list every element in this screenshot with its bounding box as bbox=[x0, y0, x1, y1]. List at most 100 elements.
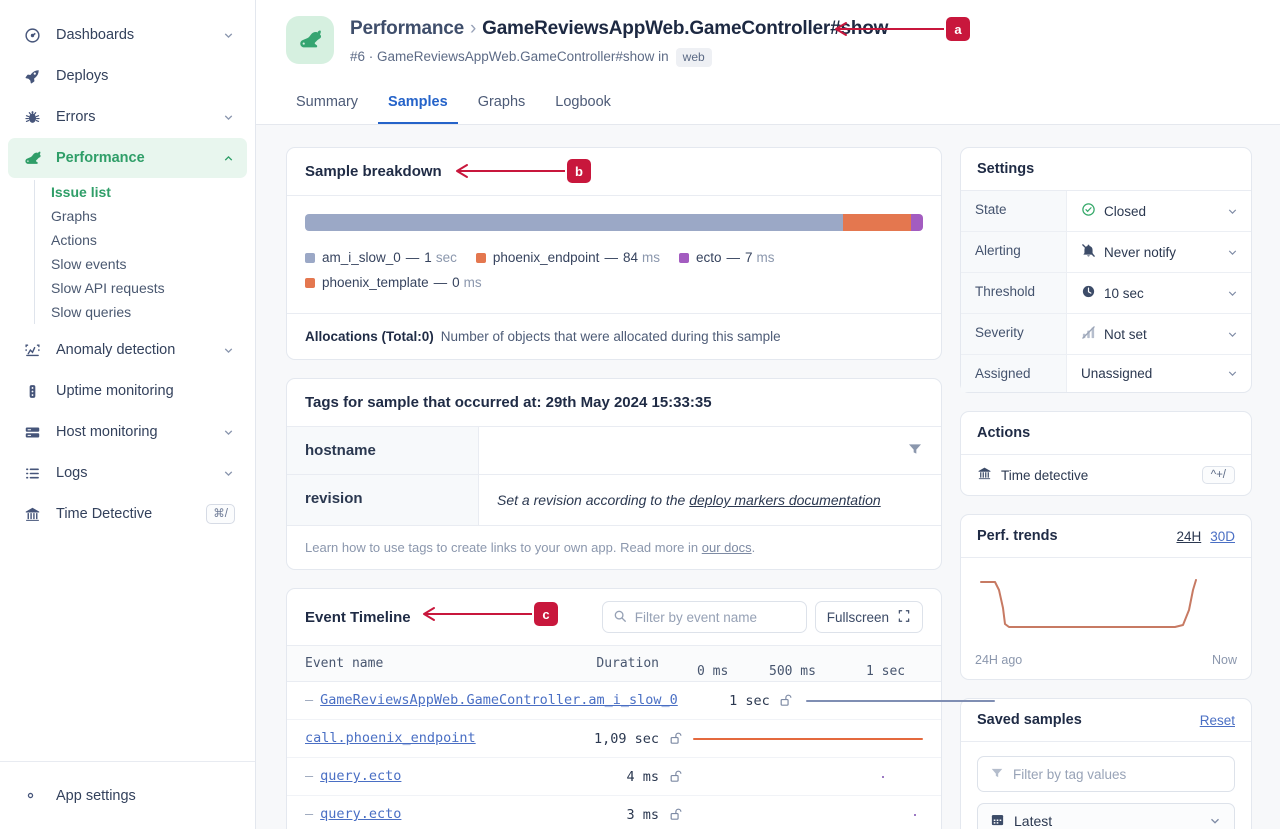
breakdown-segment-ecto[interactable] bbox=[911, 214, 923, 231]
sidebar-item-app-settings[interactable]: App settings bbox=[0, 761, 255, 829]
legend-item-ecto: ecto — 7 ms bbox=[678, 245, 775, 270]
breadcrumb-parent[interactable]: Performance bbox=[350, 18, 464, 39]
revision-hint: Set a revision according to the deploy m… bbox=[497, 489, 881, 511]
sidebar: Dashboards Deploys Errors Performance Is… bbox=[0, 0, 256, 829]
app-root: Dashboards Deploys Errors Performance Is… bbox=[0, 0, 1280, 829]
setting-row-alerting: Alerting Never notify bbox=[961, 232, 1251, 273]
breakdown-segment-am-i-slow[interactable] bbox=[305, 214, 844, 231]
sidebar-subitem-slow-api-requests[interactable]: Slow API requests bbox=[49, 276, 255, 300]
sidebar-subitem-issue-list[interactable]: Issue list bbox=[49, 180, 255, 204]
sidebar-item-deploys[interactable]: Deploys bbox=[8, 56, 247, 96]
table-row[interactable]: call.phoenix_endpoint 1,09 sec bbox=[287, 720, 941, 758]
tag-value bbox=[479, 427, 941, 474]
chevron-down-icon bbox=[1226, 328, 1239, 341]
sidebar-subitem-slow-queries[interactable]: Slow queries bbox=[49, 300, 255, 324]
setting-value-state[interactable]: Closed bbox=[1067, 191, 1251, 231]
event-name-link[interactable]: GameReviewsAppWeb.GameController.am_i_sl… bbox=[320, 691, 678, 710]
sidebar-subnav-performance: Issue list Graphs Actions Slow events Sl… bbox=[34, 180, 255, 324]
sidebar-item-time-detective[interactable]: Time Detective ⌘/ bbox=[8, 494, 247, 534]
setting-value-alerting[interactable]: Never notify bbox=[1067, 232, 1251, 272]
tab-graphs[interactable]: Graphs bbox=[468, 81, 536, 124]
collapse-icon[interactable]: – bbox=[305, 805, 313, 824]
rabbit-icon bbox=[22, 149, 42, 168]
fullscreen-button[interactable]: Fullscreen bbox=[814, 601, 923, 633]
sidebar-item-performance[interactable]: Performance bbox=[8, 138, 247, 178]
sidebar-subitem-actions[interactable]: Actions bbox=[49, 228, 255, 252]
perf-trends-card: Perf. trends 24H 30D 24H ago Now bbox=[960, 514, 1252, 680]
chevron-down-icon bbox=[1226, 287, 1239, 300]
legend-dash: — bbox=[433, 275, 448, 290]
event-name-link[interactable]: query.ecto bbox=[320, 767, 401, 786]
sidebar-item-errors[interactable]: Errors bbox=[8, 97, 247, 137]
event-name-link[interactable]: call.phoenix_endpoint bbox=[305, 729, 476, 748]
collapse-icon[interactable]: – bbox=[305, 691, 313, 710]
revision-hint-text: Set a revision according to the bbox=[497, 492, 690, 508]
tag-key: hostname bbox=[287, 427, 479, 474]
event-name-cell: call.phoenix_endpoint bbox=[305, 729, 567, 748]
table-row[interactable]: – query.ecto 3 ms bbox=[287, 796, 941, 829]
event-filter-input[interactable]: Filter by event name bbox=[601, 601, 807, 633]
sidebar-item-dashboards[interactable]: Dashboards bbox=[8, 15, 247, 55]
track-line bbox=[693, 767, 923, 786]
filter-icon[interactable] bbox=[907, 441, 923, 460]
sidebar-item-logs[interactable]: Logs bbox=[8, 453, 247, 493]
tag-filter-input[interactable]: Filter by tag values bbox=[977, 756, 1235, 792]
sidebar-item-uptime-monitoring[interactable]: Uptime monitoring bbox=[8, 371, 247, 411]
tab-logbook[interactable]: Logbook bbox=[545, 81, 621, 124]
event-name-link[interactable]: query.ecto bbox=[320, 805, 401, 824]
setting-value-threshold[interactable]: 10 sec bbox=[1067, 273, 1251, 313]
sidebar-item-label: Uptime monitoring bbox=[56, 383, 174, 399]
deploy-markers-link[interactable]: deploy markers documentation bbox=[689, 492, 880, 508]
setting-key: Threshold bbox=[961, 273, 1067, 313]
sample-sort-select[interactable]: Latest bbox=[977, 803, 1235, 829]
namespace-badge: web bbox=[675, 47, 712, 67]
settings-card: Settings State Closed Alerting Never not… bbox=[960, 147, 1252, 393]
detective-icon bbox=[977, 466, 992, 484]
logs-icon bbox=[22, 465, 42, 482]
sidebar-item-host-monitoring[interactable]: Host monitoring bbox=[8, 412, 247, 452]
setting-row-threshold: Threshold 10 sec bbox=[961, 273, 1251, 314]
unlock-icon[interactable] bbox=[659, 731, 693, 746]
sidebar-subitem-slow-events[interactable]: Slow events bbox=[49, 252, 255, 276]
breakdown-legend: am_i_slow_0 — 1 sec phoenix_endpoint — 8… bbox=[305, 245, 923, 295]
table-row[interactable]: – GameReviewsAppWeb.GameController.am_i_s… bbox=[287, 682, 995, 720]
tab-samples[interactable]: Samples bbox=[378, 81, 458, 124]
sidebar-item-label: Dashboards bbox=[56, 27, 135, 43]
setting-value-severity[interactable]: Not set bbox=[1067, 314, 1251, 354]
table-row[interactable]: – query.ecto 4 ms bbox=[287, 758, 941, 796]
track-line bbox=[693, 805, 923, 824]
chevron-down-icon bbox=[1226, 205, 1239, 218]
event-track bbox=[693, 805, 923, 824]
event-timeline-controls: Filter by event name Fullscreen bbox=[601, 601, 923, 633]
range-24h[interactable]: 24H bbox=[1176, 529, 1201, 544]
unlock-icon[interactable] bbox=[770, 693, 804, 708]
unlock-icon[interactable] bbox=[659, 807, 693, 822]
legend-swatch bbox=[305, 277, 315, 288]
unlock-icon[interactable] bbox=[659, 769, 693, 784]
sidebar-subitem-graphs[interactable]: Graphs bbox=[49, 204, 255, 228]
tab-summary[interactable]: Summary bbox=[286, 81, 368, 124]
sidebar-item-label: Anomaly detection bbox=[56, 342, 176, 358]
chevron-down-icon bbox=[222, 426, 235, 439]
sidebar-item-label: Errors bbox=[56, 109, 96, 125]
action-time-detective[interactable]: Time detective ^+/ bbox=[961, 455, 1251, 495]
tick-500: 500 ms bbox=[769, 663, 816, 679]
tags-header: Tags for sample that occurred at: 29th M… bbox=[287, 379, 941, 427]
event-filter-placeholder: Filter by event name bbox=[634, 609, 758, 625]
sidebar-item-label: Logs bbox=[56, 465, 88, 481]
reset-link[interactable]: Reset bbox=[1200, 713, 1235, 728]
collapse-icon[interactable]: – bbox=[305, 767, 313, 786]
event-duration: 1 sec bbox=[729, 692, 770, 709]
tick-1000: 1 sec bbox=[866, 663, 906, 679]
tags-card: Tags for sample that occurred at: 29th M… bbox=[286, 378, 942, 570]
sidebar-item-anomaly-detection[interactable]: Anomaly detection bbox=[8, 330, 247, 370]
legend-name: phoenix_template bbox=[322, 275, 429, 290]
page-content: Sample breakdown b am_i_slow_0 — 1 sec p… bbox=[256, 125, 1280, 829]
event-name-cell: – query.ecto bbox=[305, 767, 567, 786]
tags-title: Tags for sample that occurred at: 29th M… bbox=[305, 394, 712, 411]
setting-value-assigned[interactable]: Unassigned bbox=[1067, 355, 1251, 392]
range-30d[interactable]: 30D bbox=[1210, 529, 1235, 544]
duration-bar bbox=[881, 776, 884, 778]
our-docs-link[interactable]: our docs bbox=[702, 540, 752, 555]
breakdown-segment-phoenix-endpoint[interactable] bbox=[843, 214, 912, 231]
